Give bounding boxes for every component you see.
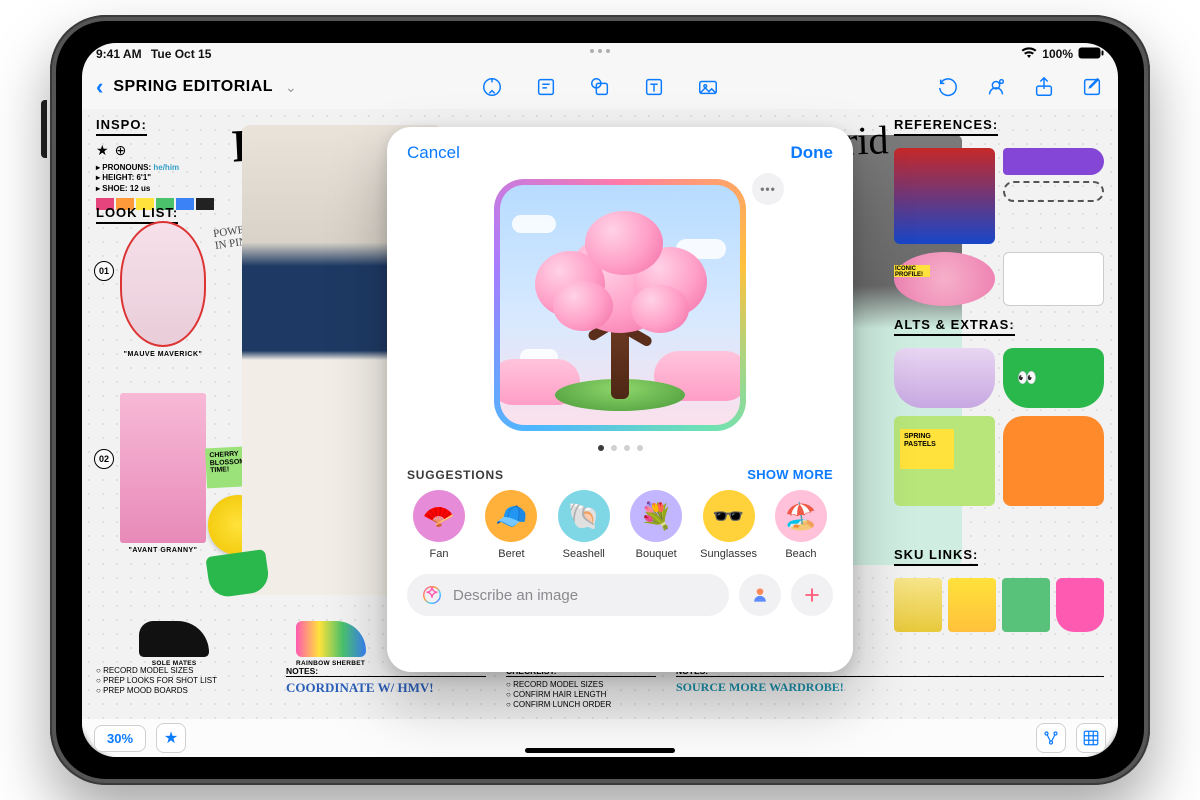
- inspo-heading: INSPO:: [96, 117, 147, 136]
- section-alts: ALTS & EXTRAS: 👀 SPRING PASTELS: [894, 315, 1104, 506]
- suggestion-label: Fan: [430, 548, 449, 560]
- show-more-button[interactable]: SHOW MORE: [747, 467, 833, 482]
- status-time: 9:41 AM: [96, 47, 142, 61]
- sparkle-icon: [421, 584, 443, 606]
- media-tool-icon[interactable]: [696, 75, 720, 99]
- zoom-level[interactable]: 30%: [94, 725, 146, 752]
- look-badge-2: 02: [94, 449, 114, 469]
- prompt-input[interactable]: Describe an image: [407, 574, 729, 616]
- suggestion-icon: 🏖️: [775, 490, 827, 542]
- note-tool-icon[interactable]: [534, 75, 558, 99]
- compose-icon[interactable]: [1080, 75, 1104, 99]
- look-cap-2: "AVANT GRANNY": [120, 547, 206, 554]
- sku-heading: SKU LINKS:: [894, 547, 978, 566]
- suggestion-label: Sunglasses: [700, 548, 757, 560]
- suggestion-label: Beach: [785, 548, 816, 560]
- favorite-icon[interactable]: ★: [156, 723, 186, 753]
- look-badge-1: 01: [94, 261, 114, 281]
- app-toolbar: ‹ SPRING EDITORIAL ⌄: [82, 65, 1118, 109]
- collab-icon[interactable]: [984, 75, 1008, 99]
- document-title[interactable]: SPRING EDITORIAL: [113, 78, 273, 96]
- status-date: Tue Oct 15: [151, 47, 211, 61]
- share-icon[interactable]: [1032, 75, 1056, 99]
- text-tool-icon[interactable]: [642, 75, 666, 99]
- add-button[interactable]: [791, 574, 833, 616]
- suggestions-row: 🪭 Fan🧢 Beret🐚 Seashell💐 Bouquet🕶️ Sungla…: [387, 490, 853, 560]
- sticky-note-2[interactable]: SPRING PASTELS: [900, 429, 954, 469]
- chevron-down-icon[interactable]: ⌄: [285, 79, 297, 96]
- suggestion-sunglasses[interactable]: 🕶️ Sunglasses: [697, 490, 761, 560]
- look-cap-1: "MAUVE MAVERICK": [120, 351, 206, 358]
- home-indicator[interactable]: [525, 748, 675, 753]
- person-button[interactable]: [739, 574, 781, 616]
- back-button[interactable]: ‹: [96, 74, 103, 100]
- references-heading: REFERENCES:: [894, 117, 998, 136]
- suggestion-beach[interactable]: 🏖️ Beach: [769, 490, 833, 560]
- more-options-button[interactable]: •••: [752, 173, 784, 205]
- alts-heading: ALTS & EXTRAS:: [894, 317, 1015, 336]
- suggestion-icon: 🧢: [485, 490, 537, 542]
- suggestion-beret[interactable]: 🧢 Beret: [479, 490, 543, 560]
- suggestions-label: SUGGESTIONS: [407, 468, 504, 482]
- battery-icon: [1078, 47, 1104, 62]
- notes-row: ○ RECORD MODEL SIZES ○ PREP LOOKS FOR SH…: [96, 666, 1104, 709]
- status-bar: 9:41 AM Tue Oct 15 100%: [82, 43, 1118, 65]
- undo-icon[interactable]: [936, 75, 960, 99]
- suggestion-label: Bouquet: [636, 548, 677, 560]
- prompt-placeholder: Describe an image: [453, 587, 578, 604]
- section-references: REFERENCES: ICONIC PROFILE!: [894, 115, 1104, 306]
- cancel-button[interactable]: Cancel: [407, 143, 460, 163]
- pen-tool-icon[interactable]: [480, 75, 504, 99]
- outline-icon[interactable]: [1036, 723, 1066, 753]
- suggestion-seashell[interactable]: 🐚 Seashell: [552, 490, 616, 560]
- generated-image-preview[interactable]: [494, 179, 746, 431]
- suggestion-icon: 🐚: [558, 490, 610, 542]
- done-button[interactable]: Done: [791, 143, 834, 163]
- grid-icon[interactable]: [1076, 723, 1106, 753]
- suggestion-icon: 🕶️: [703, 490, 755, 542]
- suggestion-label: Beret: [498, 548, 524, 560]
- suggestion-fan[interactable]: 🪭 Fan: [407, 490, 471, 560]
- shape-tool-icon[interactable]: [588, 75, 612, 99]
- image-playground-modal: Cancel Done •••: [387, 127, 853, 672]
- battery-percent: 100%: [1042, 47, 1073, 61]
- suggestion-bouquet[interactable]: 💐 Bouquet: [624, 490, 688, 560]
- suggestion-icon: 💐: [630, 490, 682, 542]
- wifi-icon: [1021, 47, 1037, 62]
- section-sku: SKU LINKS:: [894, 545, 1104, 632]
- suggestion-label: Seashell: [563, 548, 605, 560]
- suggestion-icon: 🪭: [413, 490, 465, 542]
